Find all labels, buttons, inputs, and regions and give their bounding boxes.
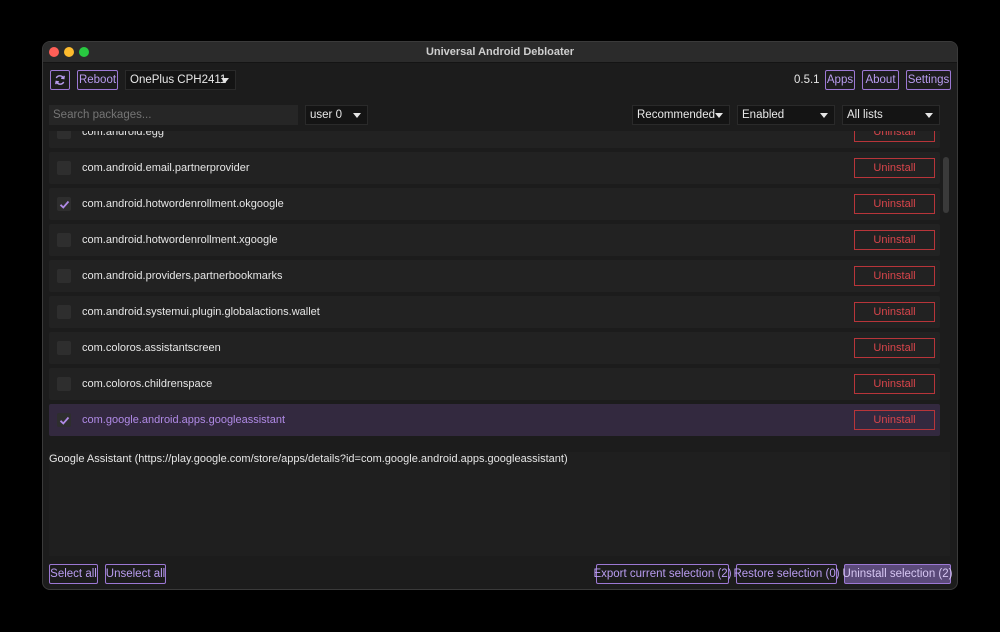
list-select-value: All lists bbox=[847, 109, 883, 121]
export-selection-button[interactable]: Export current selection (2) bbox=[593, 564, 732, 584]
zoom-window-button[interactable] bbox=[79, 47, 89, 57]
device-select[interactable]: OnePlus CPH2411 bbox=[125, 70, 236, 90]
uninstall-selection-button[interactable]: Uninstall selection (2) bbox=[843, 564, 952, 584]
package-name: com.android.hotwordenrollment.okgoogle bbox=[82, 198, 284, 210]
settings-button[interactable]: Settings bbox=[906, 70, 951, 90]
package-name: com.android.systemui.plugin.globalaction… bbox=[82, 306, 320, 318]
package-row[interactable]: com.android.hotwordenrollment.okgoogle U… bbox=[49, 188, 940, 220]
uninstall-button[interactable]: Uninstall bbox=[854, 338, 935, 358]
package-name: com.android.egg bbox=[82, 131, 164, 138]
about-button[interactable]: About bbox=[862, 70, 899, 90]
package-name: com.coloros.childrenspace bbox=[82, 378, 213, 390]
package-name: com.android.hotwordenrollment.xgoogle bbox=[82, 234, 278, 246]
package-row[interactable]: com.android.email.partnerprovider Uninst… bbox=[49, 152, 940, 184]
uninstall-button[interactable]: Uninstall bbox=[854, 230, 935, 250]
package-row[interactable]: com.coloros.assistantscreen Uninstall bbox=[49, 332, 940, 364]
package-row[interactable]: com.android.systemui.plugin.globalaction… bbox=[49, 296, 940, 328]
chevron-down-icon bbox=[715, 113, 723, 118]
package-name: com.android.providers.partnerbookmarks bbox=[82, 270, 283, 282]
user-select[interactable]: user 0 bbox=[305, 105, 368, 125]
package-checkbox[interactable] bbox=[57, 269, 71, 283]
uninstall-button[interactable]: Uninstall bbox=[854, 374, 935, 394]
apps-button[interactable]: Apps bbox=[825, 70, 855, 90]
package-row[interactable]: com.coloros.childrenspace Uninstall bbox=[49, 368, 940, 400]
reboot-button[interactable]: Reboot bbox=[77, 70, 118, 90]
package-row[interactable]: com.android.hotwordenrollment.xgoogle Un… bbox=[49, 224, 940, 256]
package-checkbox[interactable] bbox=[57, 377, 71, 391]
package-name: com.coloros.assistantscreen bbox=[82, 342, 221, 354]
package-name: com.android.email.partnerprovider bbox=[82, 162, 250, 174]
app-window: Universal Android Debloater Reboot OnePl… bbox=[42, 41, 958, 590]
version-label: 0.5.1 bbox=[794, 74, 820, 86]
package-checkbox[interactable] bbox=[57, 305, 71, 319]
window-title: Universal Android Debloater bbox=[425, 46, 575, 58]
package-checkbox[interactable] bbox=[57, 197, 71, 211]
chevron-down-icon bbox=[925, 113, 933, 118]
search-input[interactable] bbox=[49, 105, 298, 125]
uninstall-button[interactable]: Uninstall bbox=[854, 410, 935, 430]
chevron-down-icon bbox=[353, 113, 361, 118]
uninstall-button[interactable]: Uninstall bbox=[854, 158, 935, 178]
user-select-value: user 0 bbox=[310, 109, 342, 121]
select-all-button[interactable]: Select all bbox=[49, 564, 98, 584]
package-checkbox[interactable] bbox=[57, 413, 71, 427]
package-checkbox[interactable] bbox=[57, 161, 71, 175]
package-checkbox[interactable] bbox=[57, 131, 71, 139]
uninstall-button[interactable]: Uninstall bbox=[854, 194, 935, 214]
package-checkbox[interactable] bbox=[57, 233, 71, 247]
list-select[interactable]: All lists bbox=[842, 105, 940, 125]
device-select-value: OnePlus CPH2411 bbox=[130, 74, 227, 86]
package-row[interactable]: com.android.providers.partnerbookmarks U… bbox=[49, 260, 940, 292]
package-row-selected[interactable]: com.google.android.apps.googleassistant … bbox=[49, 404, 940, 436]
recommendation-select[interactable]: Recommended bbox=[632, 105, 730, 125]
uninstall-button[interactable]: Uninstall bbox=[854, 266, 935, 286]
chevron-down-icon bbox=[221, 78, 229, 83]
checkmark-icon bbox=[59, 200, 69, 209]
package-name: com.google.android.apps.googleassistant bbox=[82, 414, 286, 426]
chevron-down-icon bbox=[820, 113, 828, 118]
unselect-all-button[interactable]: Unselect all bbox=[105, 564, 166, 584]
package-checkbox[interactable] bbox=[57, 341, 71, 355]
minimize-window-button[interactable] bbox=[64, 47, 74, 57]
refresh-icon bbox=[55, 75, 65, 85]
recommendation-select-value: Recommended bbox=[637, 109, 715, 121]
package-row[interactable]: com.android.egg Uninstall bbox=[49, 131, 940, 148]
description-text: Google Assistant (https://play.google.co… bbox=[49, 453, 568, 465]
refresh-button[interactable] bbox=[50, 70, 70, 90]
title-bar: Universal Android Debloater bbox=[43, 42, 957, 63]
checkmark-icon bbox=[59, 416, 69, 425]
state-select-value: Enabled bbox=[742, 109, 785, 121]
restore-selection-button[interactable]: Restore selection (0) bbox=[733, 564, 840, 584]
uninstall-button[interactable]: Uninstall bbox=[854, 302, 935, 322]
close-window-button[interactable] bbox=[49, 47, 59, 57]
uninstall-button[interactable]: Uninstall bbox=[854, 131, 935, 142]
package-description: Google Assistant (https://play.google.co… bbox=[49, 452, 950, 556]
package-list[interactable]: com.android.egg Uninstall com.android.em… bbox=[49, 131, 940, 439]
list-scrollbar[interactable] bbox=[943, 157, 949, 213]
state-select[interactable]: Enabled bbox=[737, 105, 835, 125]
